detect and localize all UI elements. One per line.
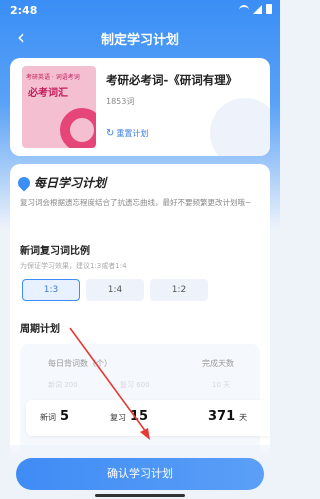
ratio-hint: 为保证学习效果，建议1:3或者1:4 — [20, 262, 127, 270]
days-unit: 天 — [239, 413, 248, 422]
days-header: 完成天数 — [202, 359, 234, 368]
cover-subtitle: 考研英语 · 词语考词 — [26, 74, 80, 81]
ghost-days-value: 10 天 — [212, 381, 231, 389]
cycle-section-title: 周期计划 — [20, 324, 60, 335]
new-words-value: 5 — [60, 409, 70, 424]
book-card: 考研英语 · 词语考词 必考词汇 考研必考词-《研词有理》 1853词 ↻ 重置… — [10, 58, 270, 156]
home-indicator — [95, 494, 185, 497]
cover-title: 必考词汇 — [28, 88, 68, 99]
refresh-icon: ↻ — [106, 128, 115, 139]
nav-bar: ‹ 制定学习计划 — [0, 22, 280, 52]
new-words-cell: 新词 5 — [40, 409, 69, 424]
review-words-label: 复习 — [110, 413, 126, 422]
review-words-value: 15 — [130, 409, 149, 424]
page-title: 制定学习计划 — [100, 33, 179, 48]
reset-plan-label: 重置计划 — [116, 129, 149, 138]
battery-icon — [266, 4, 272, 14]
ratio-option-1-3[interactable]: 1:3 — [22, 279, 80, 301]
new-words-label: 新词 — [40, 413, 56, 422]
status-icons — [239, 4, 272, 14]
ratio-section-title: 新词复习词比例 — [20, 246, 90, 257]
signal-icon — [253, 4, 262, 14]
cycle-picker[interactable]: 每日背词数（个） 完成天数 新词 200 复习 600 10 天 新词 5 复习… — [20, 344, 270, 454]
daily-words-header: 每日背词数（个） — [48, 359, 112, 368]
book-cover: 考研英语 · 词语考词 必考词汇 — [22, 66, 96, 148]
reset-plan-button[interactable]: ↻ 重置计划 — [106, 128, 148, 139]
ratio-option-1-2[interactable]: 1:2 — [150, 279, 208, 301]
ratio-option-1-4[interactable]: 1:4 — [86, 279, 144, 301]
confirm-plan-button[interactable]: 确认学习计划 — [16, 458, 264, 490]
plan-title: 每日学习计划 — [34, 176, 107, 190]
ghost-new-value: 新词 200 — [48, 381, 78, 389]
wifi-icon — [239, 5, 249, 13]
book-title: 考研必考词-《研词有理》 — [106, 73, 238, 87]
days-cell: 371 天 — [208, 409, 247, 424]
selected-cycle-row[interactable]: 新词 5 复习 15 371 天 — [26, 400, 270, 436]
plan-header: 每日学习计划 — [15, 174, 107, 191]
plan-description: 复习词会根据遗忘程度结合了抗遗忘曲线，最好不要频繁更改计划哦~ — [20, 198, 252, 207]
ghost-review-value: 复习 600 — [120, 381, 150, 389]
card-decoration — [210, 98, 270, 156]
location-pin-icon — [15, 174, 33, 191]
status-bar: 2:48 — [0, 0, 280, 22]
days-value: 371 — [208, 409, 236, 424]
cover-ring-graphic — [60, 108, 96, 148]
review-words-cell: 复习 15 — [110, 409, 148, 424]
status-time: 2:48 — [10, 4, 38, 17]
book-word-count: 1853词 — [106, 97, 135, 106]
